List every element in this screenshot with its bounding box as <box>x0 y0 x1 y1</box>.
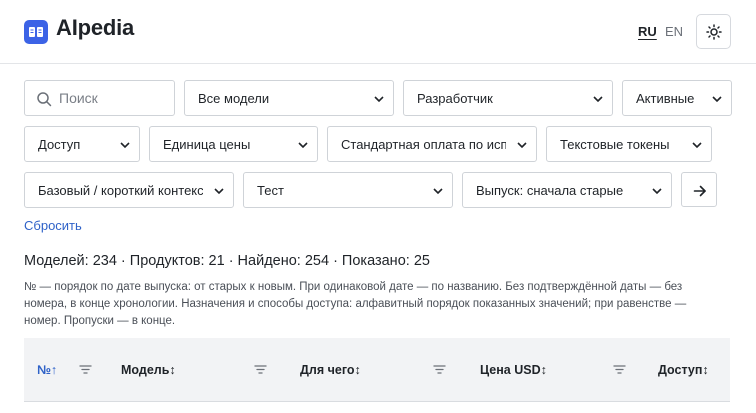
column-number-header[interactable]: №↑ <box>37 363 57 377</box>
status-select[interactable]: Активные <box>622 80 732 116</box>
chevron-down-icon <box>517 142 527 149</box>
models-select[interactable]: Все модели <box>184 80 394 116</box>
lang-en-link[interactable]: EN <box>665 24 683 39</box>
table-header: №↑ Модель↕ Для чего↕ Цена USD↕ Доступ↕ <box>24 338 730 402</box>
test-select[interactable]: Тест <box>243 172 453 208</box>
column-purpose-header[interactable]: Для чего↕ <box>300 363 361 377</box>
pricing-select-value: Стандартная оплата по использованию <box>341 137 506 152</box>
filter-icon[interactable] <box>433 363 446 376</box>
search-input[interactable]: Поиск <box>24 80 175 116</box>
chevron-down-icon <box>593 96 603 103</box>
results-stats: Моделей: 234 · Продуктов: 21 · Найдено: … <box>24 253 430 269</box>
arrow-right-icon <box>693 185 706 197</box>
theme-toggle-button[interactable] <box>696 14 731 49</box>
developer-select-value: Разработчик <box>417 91 493 106</box>
app-header: AIpedia RU EN <box>0 0 756 64</box>
models-select-value: Все модели <box>198 91 270 106</box>
chevron-down-icon <box>652 188 662 195</box>
app-title[interactable]: AIpedia <box>56 15 134 41</box>
pricing-select[interactable]: Стандартная оплата по использованию <box>327 126 537 162</box>
chevron-down-icon <box>433 188 443 195</box>
context-select-value: Базовый / короткий контекст <box>38 183 203 198</box>
price-unit-select[interactable]: Единица цены <box>149 126 318 162</box>
search-icon <box>37 92 52 107</box>
column-price-header[interactable]: Цена USD↕ <box>480 363 547 377</box>
column-access-header[interactable]: Доступ↕ <box>658 363 709 377</box>
access-select-value: Доступ <box>38 137 81 152</box>
developer-select[interactable]: Разработчик <box>403 80 613 116</box>
reset-link[interactable]: Сбросить <box>24 218 82 233</box>
sort-select[interactable]: Выпуск: сначала старые <box>462 172 672 208</box>
search-placeholder: Поиск <box>59 90 98 106</box>
chevron-down-icon <box>298 142 308 149</box>
sun-icon <box>706 24 722 40</box>
chevron-down-icon <box>214 188 224 195</box>
filter-icon[interactable] <box>254 363 267 376</box>
sort-select-value: Выпуск: сначала старые <box>476 183 624 198</box>
book-logo-icon <box>24 20 48 44</box>
chevron-down-icon <box>692 142 702 149</box>
chevron-down-icon <box>120 142 130 149</box>
sorting-note: № — порядок по дате выпуска: от старых к… <box>24 281 687 327</box>
filter-icon[interactable] <box>613 363 626 376</box>
chevron-down-icon <box>712 96 722 103</box>
access-select[interactable]: Доступ <box>24 126 140 162</box>
test-select-value: Тест <box>257 183 284 198</box>
tokens-select-value: Текстовые токены <box>560 137 670 152</box>
apply-button[interactable] <box>681 172 717 207</box>
lang-ru-link[interactable]: RU <box>638 24 657 39</box>
tokens-select[interactable]: Текстовые токены <box>546 126 712 162</box>
chevron-down-icon <box>374 96 384 103</box>
context-select[interactable]: Базовый / короткий контекст <box>24 172 234 208</box>
filter-icon[interactable] <box>79 363 92 376</box>
price-unit-select-value: Единица цены <box>163 137 251 152</box>
status-select-value: Активные <box>636 91 695 106</box>
column-model-header[interactable]: Модель↕ <box>121 363 176 377</box>
